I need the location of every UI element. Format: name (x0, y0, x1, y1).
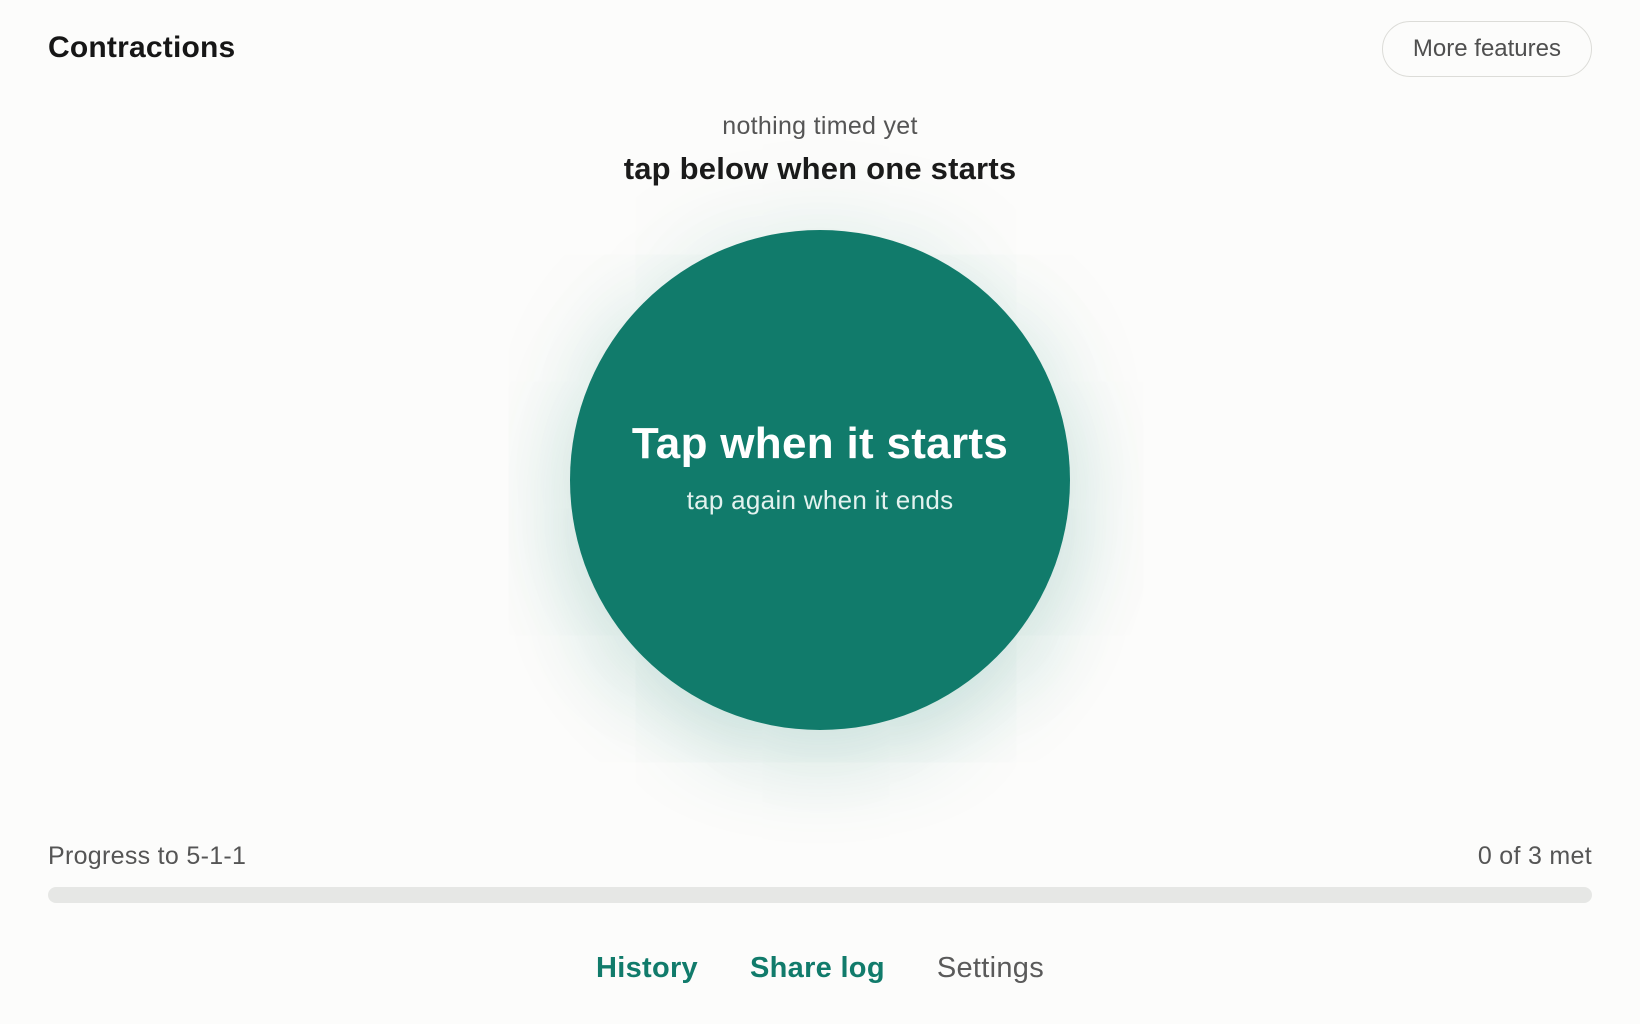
progress-bar (48, 887, 1592, 903)
progress-section: Progress to 5-1-1 0 of 3 met (48, 842, 1592, 903)
start-button-label: Tap when it starts (631, 418, 1009, 468)
contraction-timer-screen: Contractions More features nothing timed… (0, 0, 1640, 1024)
share-log-link[interactable]: Share log (750, 952, 885, 985)
progress-label: Progress to 5-1-1 (48, 842, 247, 870)
header: Contractions More features (48, 20, 1592, 78)
bottom-nav: History Share log Settings (0, 952, 1640, 985)
settings-link[interactable]: Settings (937, 952, 1044, 985)
status-area: nothing timed yet tap below when one sta… (0, 112, 1640, 187)
start-contraction-button[interactable]: Tap when it starts tap again when it end… (570, 230, 1070, 730)
status-text: nothing timed yet (722, 112, 918, 140)
history-link[interactable]: History (596, 952, 698, 985)
progress-header: Progress to 5-1-1 0 of 3 met (48, 842, 1592, 871)
progress-count: 0 of 3 met (1477, 842, 1592, 870)
more-features-button[interactable]: More features (1381, 21, 1592, 77)
start-button-sublabel: tap again when it ends (686, 484, 954, 515)
status-hint: tap below when one starts (623, 151, 1017, 186)
page-title: Contractions (48, 31, 236, 64)
